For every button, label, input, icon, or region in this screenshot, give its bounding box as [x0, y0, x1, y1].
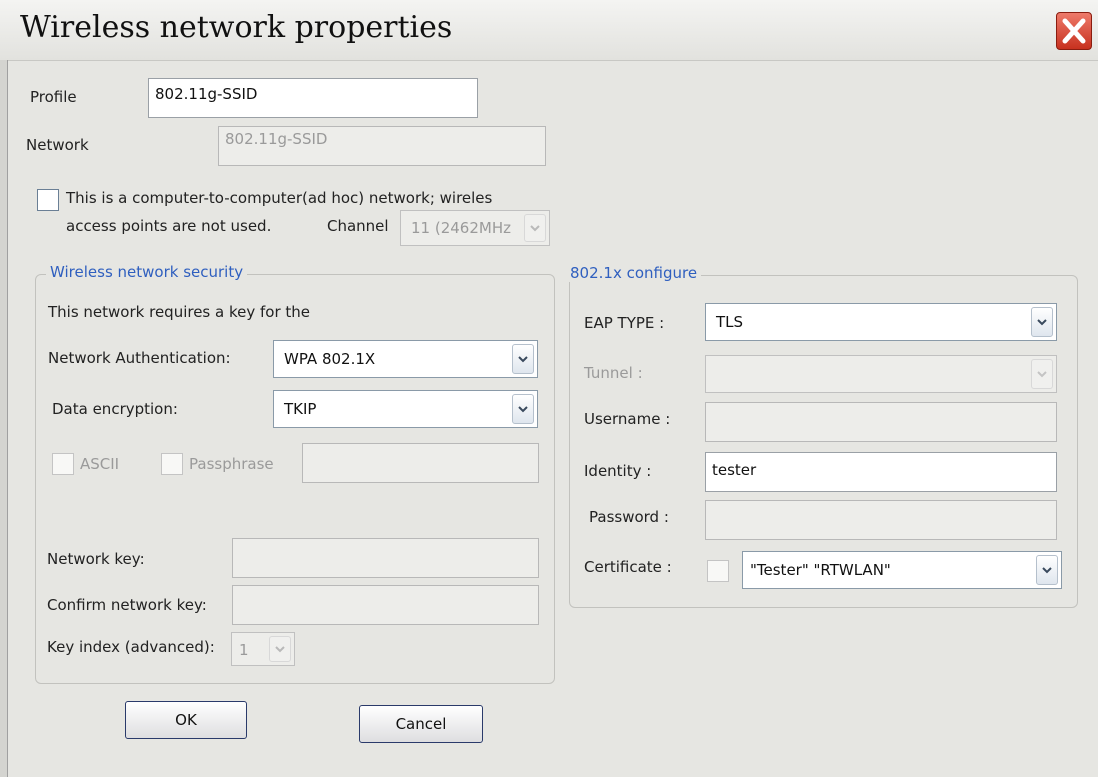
chevron-down-icon: [512, 344, 534, 374]
confirm-key-label: Confirm network key:: [47, 596, 207, 614]
ascii-label: ASCII: [80, 455, 120, 473]
tunnel-select: [705, 355, 1057, 393]
adhoc-checkbox[interactable]: [37, 189, 59, 211]
channel-value: 11 (2462MHz: [411, 219, 511, 237]
window-title: Wireless network properties: [20, 10, 453, 45]
network-label: Network: [26, 136, 89, 154]
auth-label: Network Authentication:: [48, 349, 231, 367]
chevron-down-icon: [1036, 555, 1058, 585]
passphrase-input: [302, 443, 539, 483]
passphrase-checkbox: [161, 453, 183, 475]
certificate-checkbox[interactable]: [707, 560, 729, 582]
username-label: Username :: [584, 410, 671, 428]
tunnel-label: Tunnel :: [584, 364, 643, 382]
passphrase-label: Passphrase: [189, 455, 274, 473]
username-input: [705, 402, 1057, 442]
password-label: Password :: [589, 508, 669, 526]
network-input: 802.11g-SSID: [218, 126, 546, 166]
adhoc-text-line2: access points are not used.: [66, 217, 272, 235]
encryption-select[interactable]: TKIP: [273, 390, 538, 428]
chevron-down-icon: [524, 214, 546, 242]
identity-input[interactable]: tester: [705, 452, 1057, 492]
eap-type-value: TLS: [716, 313, 744, 331]
eap-type-label: EAP TYPE :: [584, 314, 665, 332]
ascii-checkbox: [52, 453, 74, 475]
cancel-button[interactable]: Cancel: [359, 705, 483, 743]
chevron-down-icon: [269, 636, 291, 662]
identity-label: Identity :: [584, 462, 652, 480]
window-left-border: [0, 60, 8, 777]
ok-button[interactable]: OK: [125, 701, 247, 739]
eap-type-select[interactable]: TLS: [705, 303, 1057, 341]
security-requires-text: This network requires a key for the: [48, 303, 311, 321]
key-index-select: 1: [231, 632, 295, 666]
confirm-key-input: [232, 585, 539, 625]
network-key-label: Network key:: [47, 550, 145, 568]
chevron-down-icon: [1031, 359, 1053, 389]
key-index-label: Key index (advanced):: [47, 638, 215, 656]
certificate-select[interactable]: "Tester" "RTWLAN": [742, 551, 1062, 589]
certificate-value: "Tester" "RTWLAN": [750, 561, 891, 579]
channel-label: Channel: [327, 217, 389, 235]
auth-value: WPA 802.1X: [284, 350, 376, 368]
dot1x-legend: 802.1x configure: [566, 264, 702, 282]
auth-select[interactable]: WPA 802.1X: [273, 340, 538, 378]
chevron-down-icon: [512, 394, 534, 424]
password-input: [705, 500, 1057, 540]
network-key-input: [232, 538, 539, 578]
close-button[interactable]: [1056, 12, 1092, 50]
profile-label: Profile: [30, 88, 77, 106]
security-legend: Wireless network security: [46, 263, 248, 281]
encryption-label: Data encryption:: [52, 400, 178, 418]
adhoc-text-line1: This is a computer-to-computer(ad hoc) n…: [66, 189, 493, 207]
chevron-down-icon: [1031, 307, 1053, 337]
certificate-label: Certificate :: [584, 558, 672, 576]
encryption-value: TKIP: [284, 400, 317, 418]
channel-select: 11 (2462MHz: [400, 210, 550, 246]
close-icon: [1062, 18, 1086, 44]
key-index-value: 1: [239, 641, 249, 659]
profile-input[interactable]: 802.11g-SSID: [148, 78, 478, 118]
